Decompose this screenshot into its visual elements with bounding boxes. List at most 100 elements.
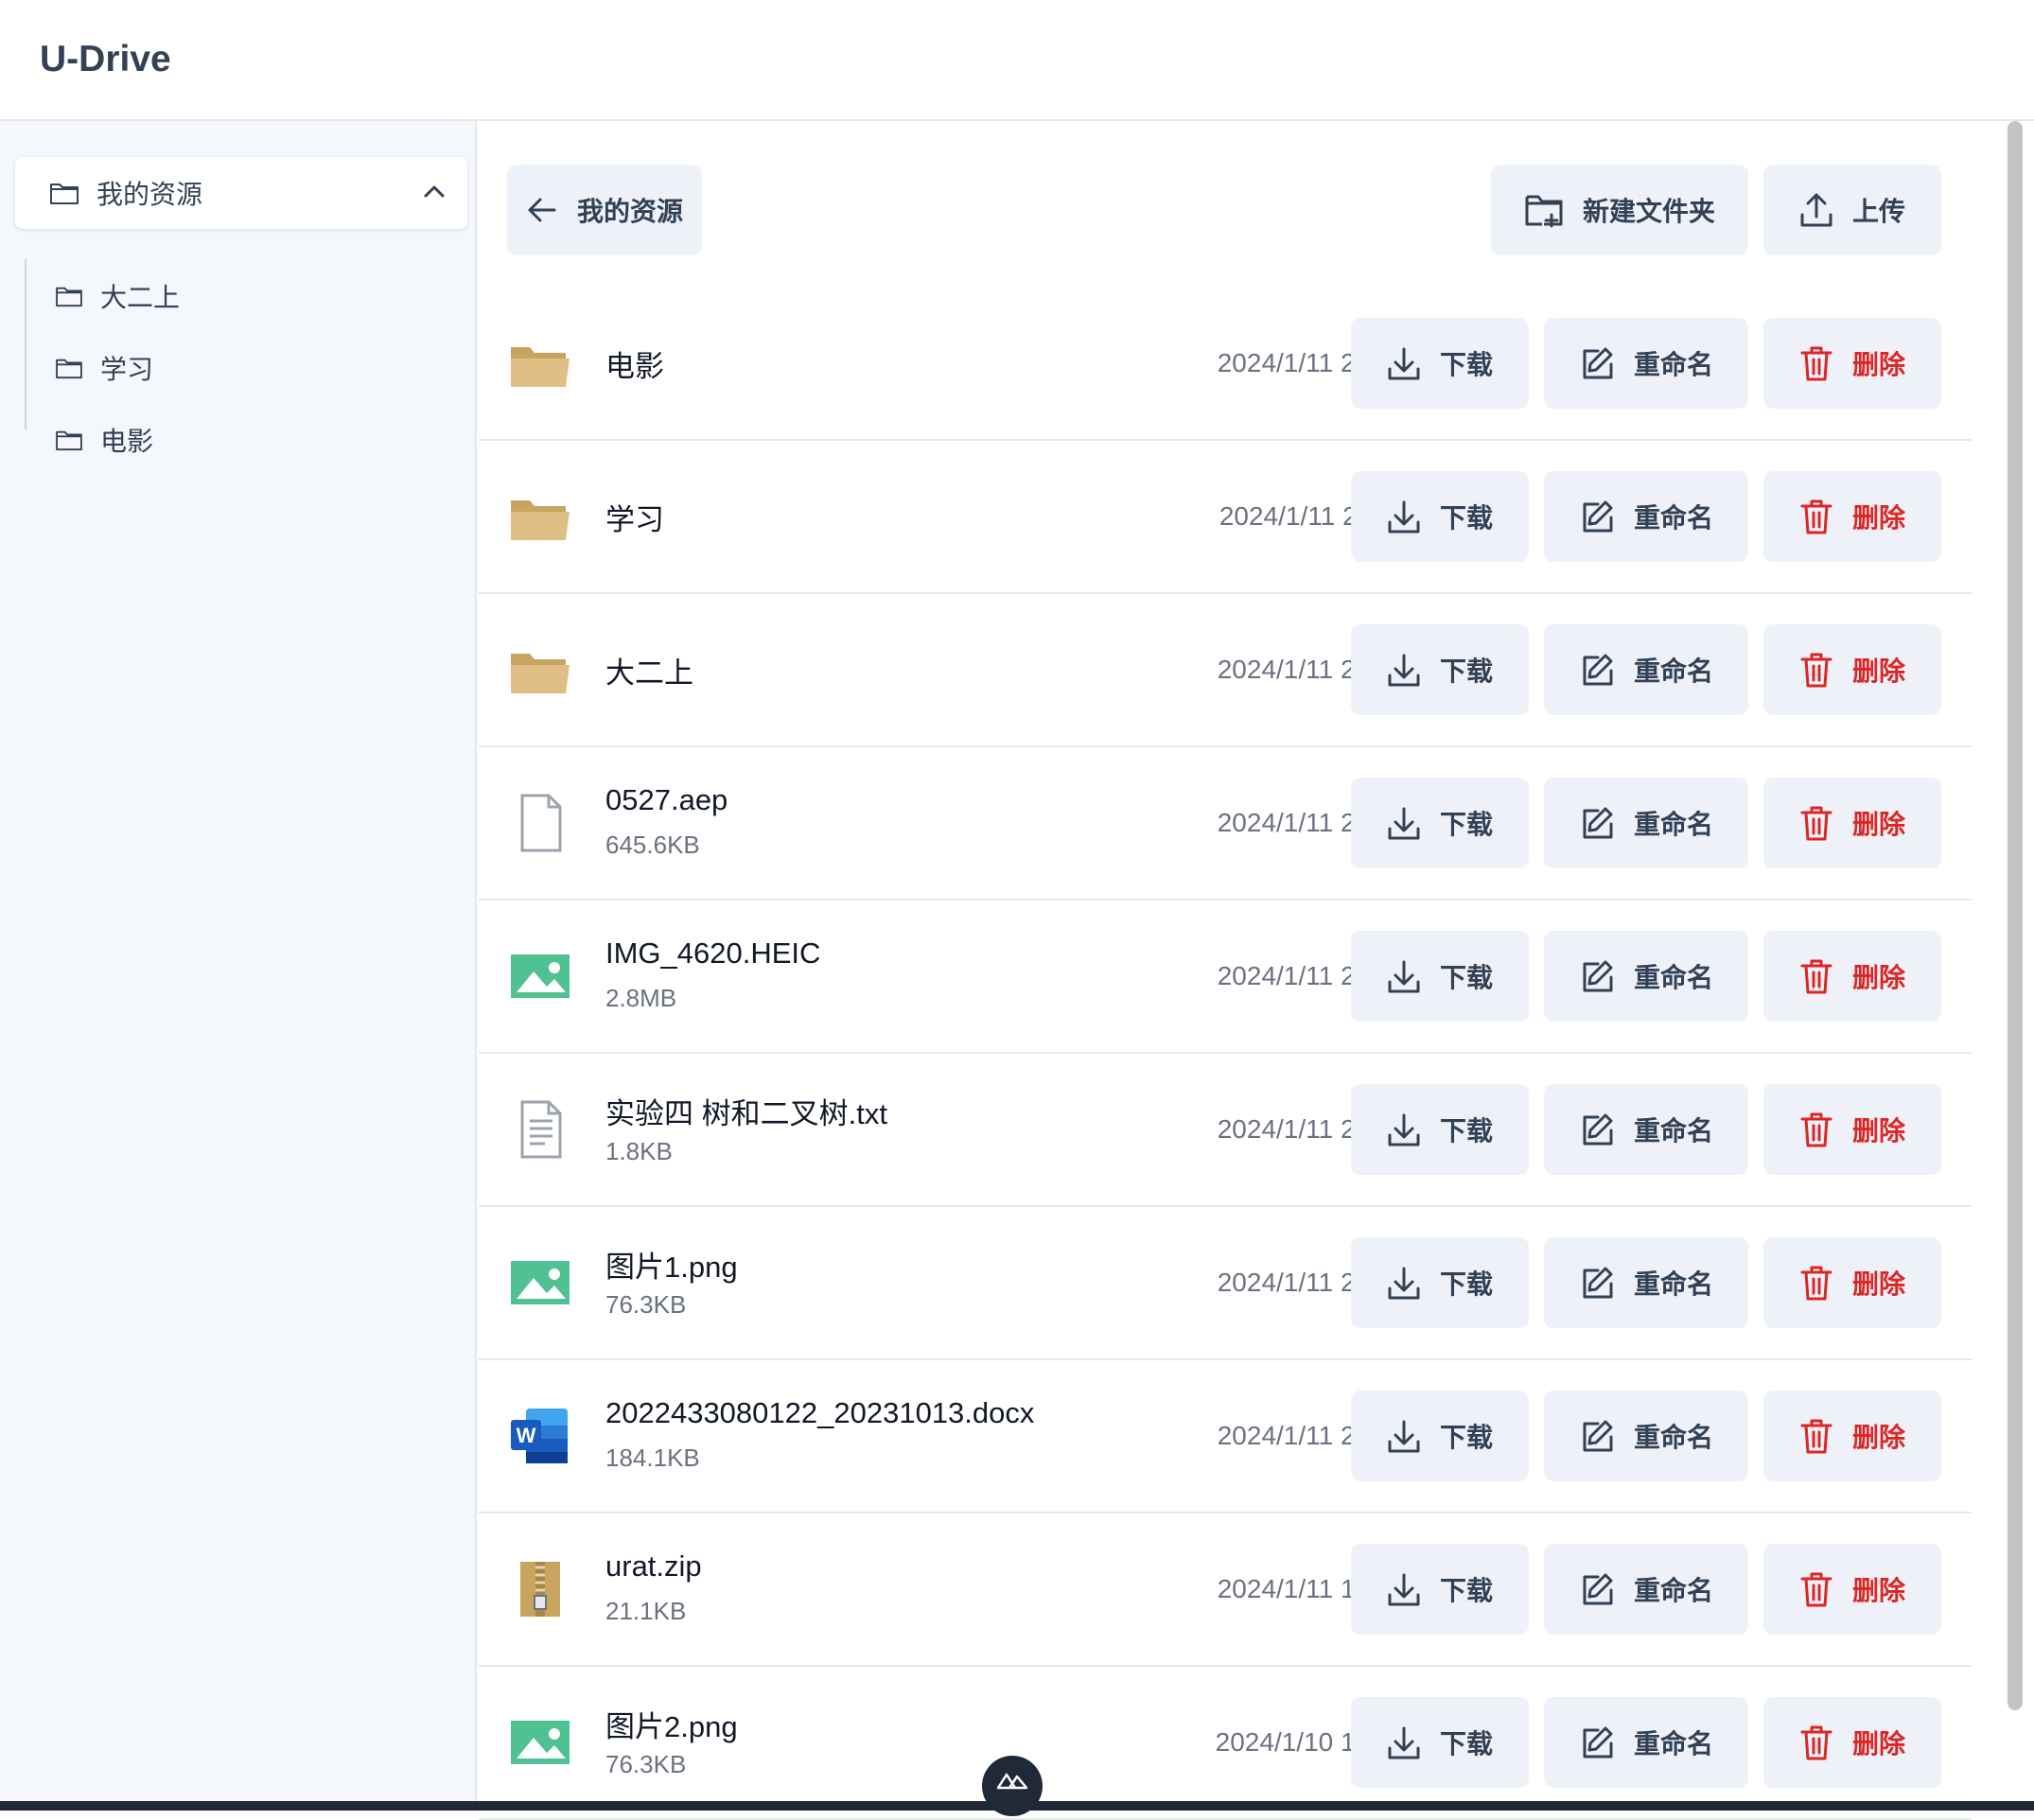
edit-icon xyxy=(1583,807,1613,839)
download-icon xyxy=(1388,1420,1420,1453)
delete-button[interactable]: 删除 xyxy=(1763,1237,1941,1328)
file-size: 645.6KB xyxy=(605,831,700,859)
file-name[interactable]: 0527.aep xyxy=(605,783,728,817)
rename-button[interactable]: 重命名 xyxy=(1544,1084,1748,1175)
file-row[interactable]: W 2022433080122_20231013.docx 184.1KB 2024/… xyxy=(479,1360,1972,1514)
download-icon xyxy=(1388,960,1420,993)
download-button[interactable]: 下载 xyxy=(1351,1237,1529,1328)
delete-button[interactable]: 删除 xyxy=(1763,778,1941,868)
edit-icon xyxy=(1583,1573,1613,1605)
download-icon xyxy=(1388,1726,1420,1759)
file-row[interactable]: 实验四 树和二叉树.txt 1.8KB 2024/1/11 20:56:56 下载 重命… xyxy=(479,1054,1972,1207)
sidebar-root-item[interactable]: 我的资源 xyxy=(15,157,467,229)
download-button[interactable]: 下载 xyxy=(1351,778,1529,868)
trash-icon xyxy=(1800,806,1832,841)
rename-label: 重命名 xyxy=(1633,963,1713,992)
app-title[interactable]: U-Drive xyxy=(40,39,171,80)
file-size: 184.1KB xyxy=(605,1444,700,1472)
image-icon xyxy=(507,943,573,1009)
rename-button[interactable]: 重命名 xyxy=(1544,471,1748,562)
download-button[interactable]: 下载 xyxy=(1351,1544,1529,1635)
download-button[interactable]: 下载 xyxy=(1351,1391,1529,1481)
trash-icon xyxy=(1800,1725,1832,1760)
trash-icon xyxy=(1800,499,1832,534)
scrollbar-thumb[interactable] xyxy=(2008,121,2023,1710)
file-row[interactable]: 电影 2024/1/11 21:02:16 下载 重命名 删除 xyxy=(479,288,1972,441)
download-button[interactable]: 下载 xyxy=(1351,318,1529,409)
file-name[interactable]: 图片2.png xyxy=(605,1703,738,1745)
file-name[interactable]: 实验四 树和二叉树.txt xyxy=(605,1090,887,1132)
rename-label: 重命名 xyxy=(1633,1269,1713,1299)
delete-button[interactable]: 删除 xyxy=(1763,931,1941,1022)
delete-button[interactable]: 删除 xyxy=(1763,1391,1941,1481)
download-button[interactable]: 下载 xyxy=(1351,624,1529,715)
edit-icon xyxy=(1583,1726,1613,1759)
nuxt-devtools-icon[interactable] xyxy=(982,1756,1043,1816)
file-name[interactable]: urat.zip xyxy=(605,1549,702,1584)
delete-button[interactable]: 删除 xyxy=(1763,1084,1941,1175)
sidebar-item-dazershang[interactable]: 大二上 xyxy=(55,272,180,320)
file-list-panel: 我的资源 新建文件夹 上传 电影 2024/1/11 21:02:16 下载 重命名删… xyxy=(479,121,1972,1820)
sidebar-item-xuexi[interactable]: 学习 xyxy=(55,344,153,392)
folder-icon xyxy=(507,637,573,703)
trash-icon xyxy=(1800,346,1832,381)
sidebar-item-label: 电影 xyxy=(100,427,154,456)
zip-icon xyxy=(507,1556,573,1622)
file-row[interactable]: 图片1.png 76.3KB 2024/1/11 20:55:02 下载 重命名 删除 xyxy=(479,1207,1972,1360)
rename-button[interactable]: 重命名 xyxy=(1544,931,1748,1022)
svg-text:W: W xyxy=(517,1424,536,1447)
download-label: 下载 xyxy=(1439,350,1493,379)
edit-icon xyxy=(1583,1267,1613,1299)
download-icon xyxy=(1388,347,1420,380)
delete-button[interactable]: 删除 xyxy=(1763,1697,1941,1788)
delete-label: 删除 xyxy=(1851,1269,1905,1299)
file-row[interactable]: 图片2.png 76.3KB 2024/1/10 16:06:23 下载 重命名 删除 xyxy=(479,1667,1972,1820)
download-button[interactable]: 下载 xyxy=(1351,471,1529,562)
new-folder-button[interactable]: 新建文件夹 xyxy=(1491,165,1748,255)
delete-button[interactable]: 删除 xyxy=(1763,624,1941,715)
edit-icon xyxy=(1583,1420,1613,1452)
trash-icon xyxy=(1800,1419,1832,1454)
rename-button[interactable]: 重命名 xyxy=(1544,778,1748,868)
file-name[interactable]: 大二上 xyxy=(605,649,693,691)
rename-button[interactable]: 重命名 xyxy=(1544,1697,1748,1788)
file-row[interactable]: 学习 2024/1/11 21:02:11 下载 重命名 删除 xyxy=(479,441,1972,594)
download-button[interactable]: 下载 xyxy=(1351,931,1529,1022)
file-name[interactable]: 2022433080122_20231013.docx xyxy=(605,1396,1034,1430)
delete-button[interactable]: 删除 xyxy=(1763,471,1941,562)
download-button[interactable]: 下载 xyxy=(1351,1697,1529,1788)
rename-button[interactable]: 重命名 xyxy=(1544,1237,1748,1328)
rename-button[interactable]: 重命名 xyxy=(1544,1544,1748,1635)
upload-button[interactable]: 上传 xyxy=(1763,165,1941,255)
back-button[interactable]: 我的资源 xyxy=(507,165,702,255)
rename-button[interactable]: 重命名 xyxy=(1544,1391,1748,1481)
rename-button[interactable]: 重命名 xyxy=(1544,624,1748,715)
upload-icon xyxy=(1800,193,1832,227)
download-label: 下载 xyxy=(1439,656,1493,686)
file-name[interactable]: IMG_4620.HEIC xyxy=(605,936,820,971)
delete-button[interactable]: 删除 xyxy=(1763,1544,1941,1635)
file-row[interactable]: 0527.aep 645.6KB 2024/1/11 20:59:42 下载 重命名 删除 xyxy=(479,747,1972,901)
sidebar-item-dianying[interactable]: 电影 xyxy=(55,416,153,464)
chevron-up-icon[interactable] xyxy=(422,182,447,201)
rename-label: 重命名 xyxy=(1633,1116,1713,1146)
file-name[interactable]: 图片1.png xyxy=(605,1243,738,1286)
delete-label: 删除 xyxy=(1851,1576,1905,1605)
image-icon xyxy=(507,1709,573,1776)
delete-label: 删除 xyxy=(1851,503,1905,533)
file-row[interactable]: 大二上 2024/1/11 21:02:02 下载 重命名 删除 xyxy=(479,594,1972,747)
file-size: 76.3KB xyxy=(605,1290,687,1319)
file-row[interactable]: IMG_4620.HEIC 2.8MB 2024/1/11 20:58:14 下载 重命… xyxy=(479,901,1972,1054)
file-name[interactable]: 学习 xyxy=(605,496,664,538)
file-row[interactable]: urat.zip 21.1KB 2024/1/11 17:07:51 下载 重命名 删除 xyxy=(479,1514,1972,1667)
delete-label: 删除 xyxy=(1851,350,1905,379)
download-icon xyxy=(1388,654,1420,687)
rename-button[interactable]: 重命名 xyxy=(1544,318,1748,409)
rename-label: 重命名 xyxy=(1633,1576,1713,1605)
delete-button[interactable]: 删除 xyxy=(1763,318,1941,409)
edit-icon xyxy=(1583,347,1613,379)
file-name[interactable]: 电影 xyxy=(605,342,664,385)
download-label: 下载 xyxy=(1439,1729,1493,1759)
download-button[interactable]: 下载 xyxy=(1351,1084,1529,1175)
edit-icon xyxy=(1583,654,1613,686)
